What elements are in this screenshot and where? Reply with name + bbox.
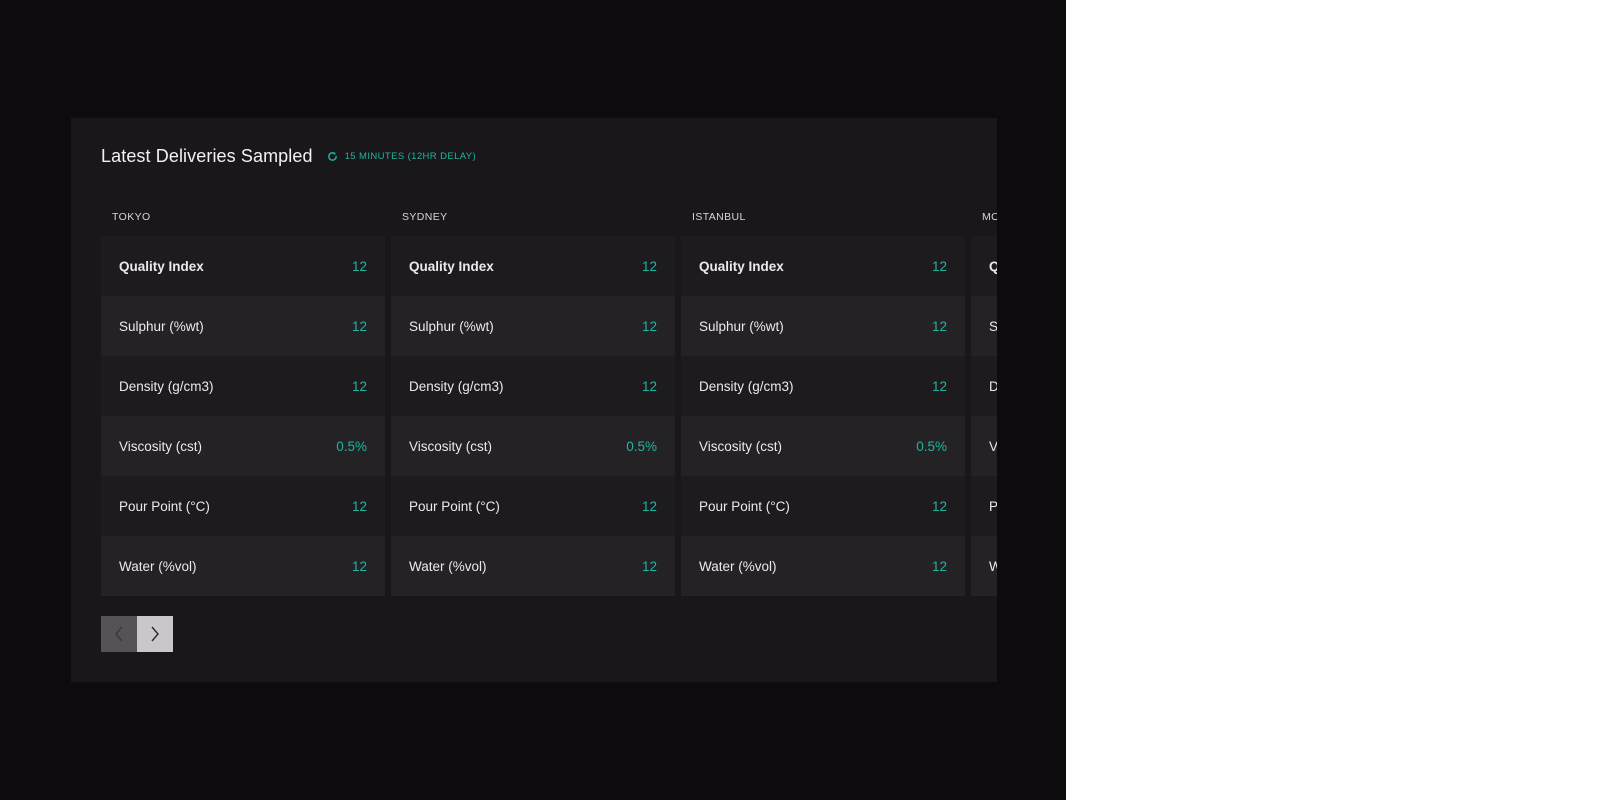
metric-row: Quality Index 12 (391, 236, 675, 296)
metric-label: S (989, 318, 997, 334)
city-card: MO Q S D V P W (971, 206, 997, 596)
metric-label: Pour Point (°C) (119, 498, 210, 514)
metric-row: Pour Point (°C) 12 (681, 476, 965, 536)
metric-row: Viscosity (cst) 0.5% (101, 416, 385, 476)
metric-row: Density (g/cm3) 12 (681, 356, 965, 416)
metric-value: 12 (351, 498, 367, 514)
refresh-icon (327, 152, 337, 161)
metric-value: 12 (641, 378, 657, 394)
metric-row: Pour Point (°C) 12 (391, 476, 675, 536)
refresh-interval-label: 15 MINUTES (12HR DELAY) (344, 151, 477, 162)
metric-row: D (971, 356, 997, 416)
metric-label: Sulphur (%wt) (699, 318, 784, 334)
metric-label: Pour Point (°C) (699, 498, 790, 514)
panel-header: Latest Deliveries Sampled 15 MINUTES (12… (101, 146, 476, 167)
next-button[interactable] (137, 616, 173, 652)
panel-title: Latest Deliveries Sampled (101, 146, 313, 166)
city-name: SYDNEY (402, 211, 448, 223)
dashboard-background: Latest Deliveries Sampled 15 MINUTES (12… (0, 0, 1066, 800)
metric-value: 12 (351, 558, 367, 574)
metric-value: 12 (931, 558, 947, 574)
metric-label: Q (989, 258, 997, 274)
metric-label: Sulphur (%wt) (119, 318, 204, 334)
latest-deliveries-panel: Latest Deliveries Sampled 15 MINUTES (12… (71, 118, 997, 682)
metric-label: Quality Index (119, 258, 204, 274)
metric-row: S (971, 296, 997, 356)
metric-label: Density (g/cm3) (699, 378, 794, 394)
metric-value: 0.5% (626, 438, 657, 454)
metric-row: Q (971, 236, 997, 296)
metric-row: Quality Index 12 (101, 236, 385, 296)
metric-value: 12 (641, 558, 657, 574)
metric-label: V (989, 438, 997, 454)
metric-list: Quality Index 12 Sulphur (%wt) 12 Density … (391, 236, 675, 596)
metric-row: Water (%vol) 12 (681, 536, 965, 596)
city-name: TOKYO (112, 211, 151, 223)
metric-row: Sulphur (%wt) 12 (391, 296, 675, 356)
metric-value: 0.5% (336, 438, 367, 454)
metric-row: Water (%vol) 12 (391, 536, 675, 596)
metric-label: Quality Index (409, 258, 494, 274)
metric-value: 12 (931, 498, 947, 514)
chevron-right-icon (151, 626, 159, 642)
metric-label: Density (g/cm3) (119, 378, 214, 394)
metric-row: Density (g/cm3) 12 (101, 356, 385, 416)
city-card: SYDNEY Quality Index 12 Sulphur (%wt) 12 D… (391, 206, 675, 596)
metric-row: Viscosity (cst) 0.5% (681, 416, 965, 476)
metric-value: 12 (931, 318, 947, 334)
metric-label: Water (%vol) (119, 558, 197, 574)
metric-list: Quality Index 12 Sulphur (%wt) 12 Density … (681, 236, 965, 596)
metric-label: D (989, 378, 997, 394)
metric-row: P (971, 476, 997, 536)
metric-value: 0.5% (916, 438, 947, 454)
metric-value: 12 (351, 318, 367, 334)
chevron-left-icon (115, 626, 123, 642)
metric-value: 12 (641, 318, 657, 334)
metric-label: Water (%vol) (409, 558, 487, 574)
city-name: MO (982, 211, 997, 223)
metric-label: Sulphur (%wt) (409, 318, 494, 334)
refresh-indicator: 15 MINUTES (12HR DELAY) (327, 151, 477, 162)
metric-label: P (989, 498, 997, 514)
metric-row: V (971, 416, 997, 476)
metric-row: Sulphur (%wt) 12 (681, 296, 965, 356)
metric-row: Pour Point (°C) 12 (101, 476, 385, 536)
metric-label: Pour Point (°C) (409, 498, 500, 514)
metric-label: Density (g/cm3) (409, 378, 504, 394)
metric-value: 12 (351, 258, 367, 274)
city-name: ISTANBUL (692, 211, 746, 223)
metric-row: Viscosity (cst) 0.5% (391, 416, 675, 476)
metric-label: Viscosity (cst) (119, 438, 203, 454)
metric-label: Water (%vol) (699, 558, 777, 574)
metric-row: Density (g/cm3) 12 (391, 356, 675, 416)
metric-value: 12 (931, 258, 947, 274)
city-card: TOKYO Quality Index 12 Sulphur (%wt) 12 De… (101, 206, 385, 596)
metric-value: 12 (641, 258, 657, 274)
metric-list: Quality Index 12 Sulphur (%wt) 12 Density … (101, 236, 385, 596)
metric-row: W (971, 536, 997, 596)
metric-value: 12 (641, 498, 657, 514)
metric-row: Sulphur (%wt) 12 (101, 296, 385, 356)
previous-button[interactable] (101, 616, 137, 652)
metric-label: Quality Index (699, 258, 784, 274)
metric-list: Q S D V P W (971, 236, 997, 596)
metric-label: Viscosity (cst) (699, 438, 783, 454)
city-card: ISTANBUL Quality Index 12 Sulphur (%wt) 12… (681, 206, 965, 596)
metric-label: Viscosity (cst) (409, 438, 493, 454)
city-carousel: TOKYO Quality Index 12 Sulphur (%wt) 12 De… (101, 206, 997, 596)
metric-row: Quality Index 12 (681, 236, 965, 296)
metric-row: Water (%vol) 12 (101, 536, 385, 596)
metric-value: 12 (351, 378, 367, 394)
metric-label: W (989, 558, 997, 574)
carousel-pager (101, 616, 173, 652)
metric-value: 12 (931, 378, 947, 394)
